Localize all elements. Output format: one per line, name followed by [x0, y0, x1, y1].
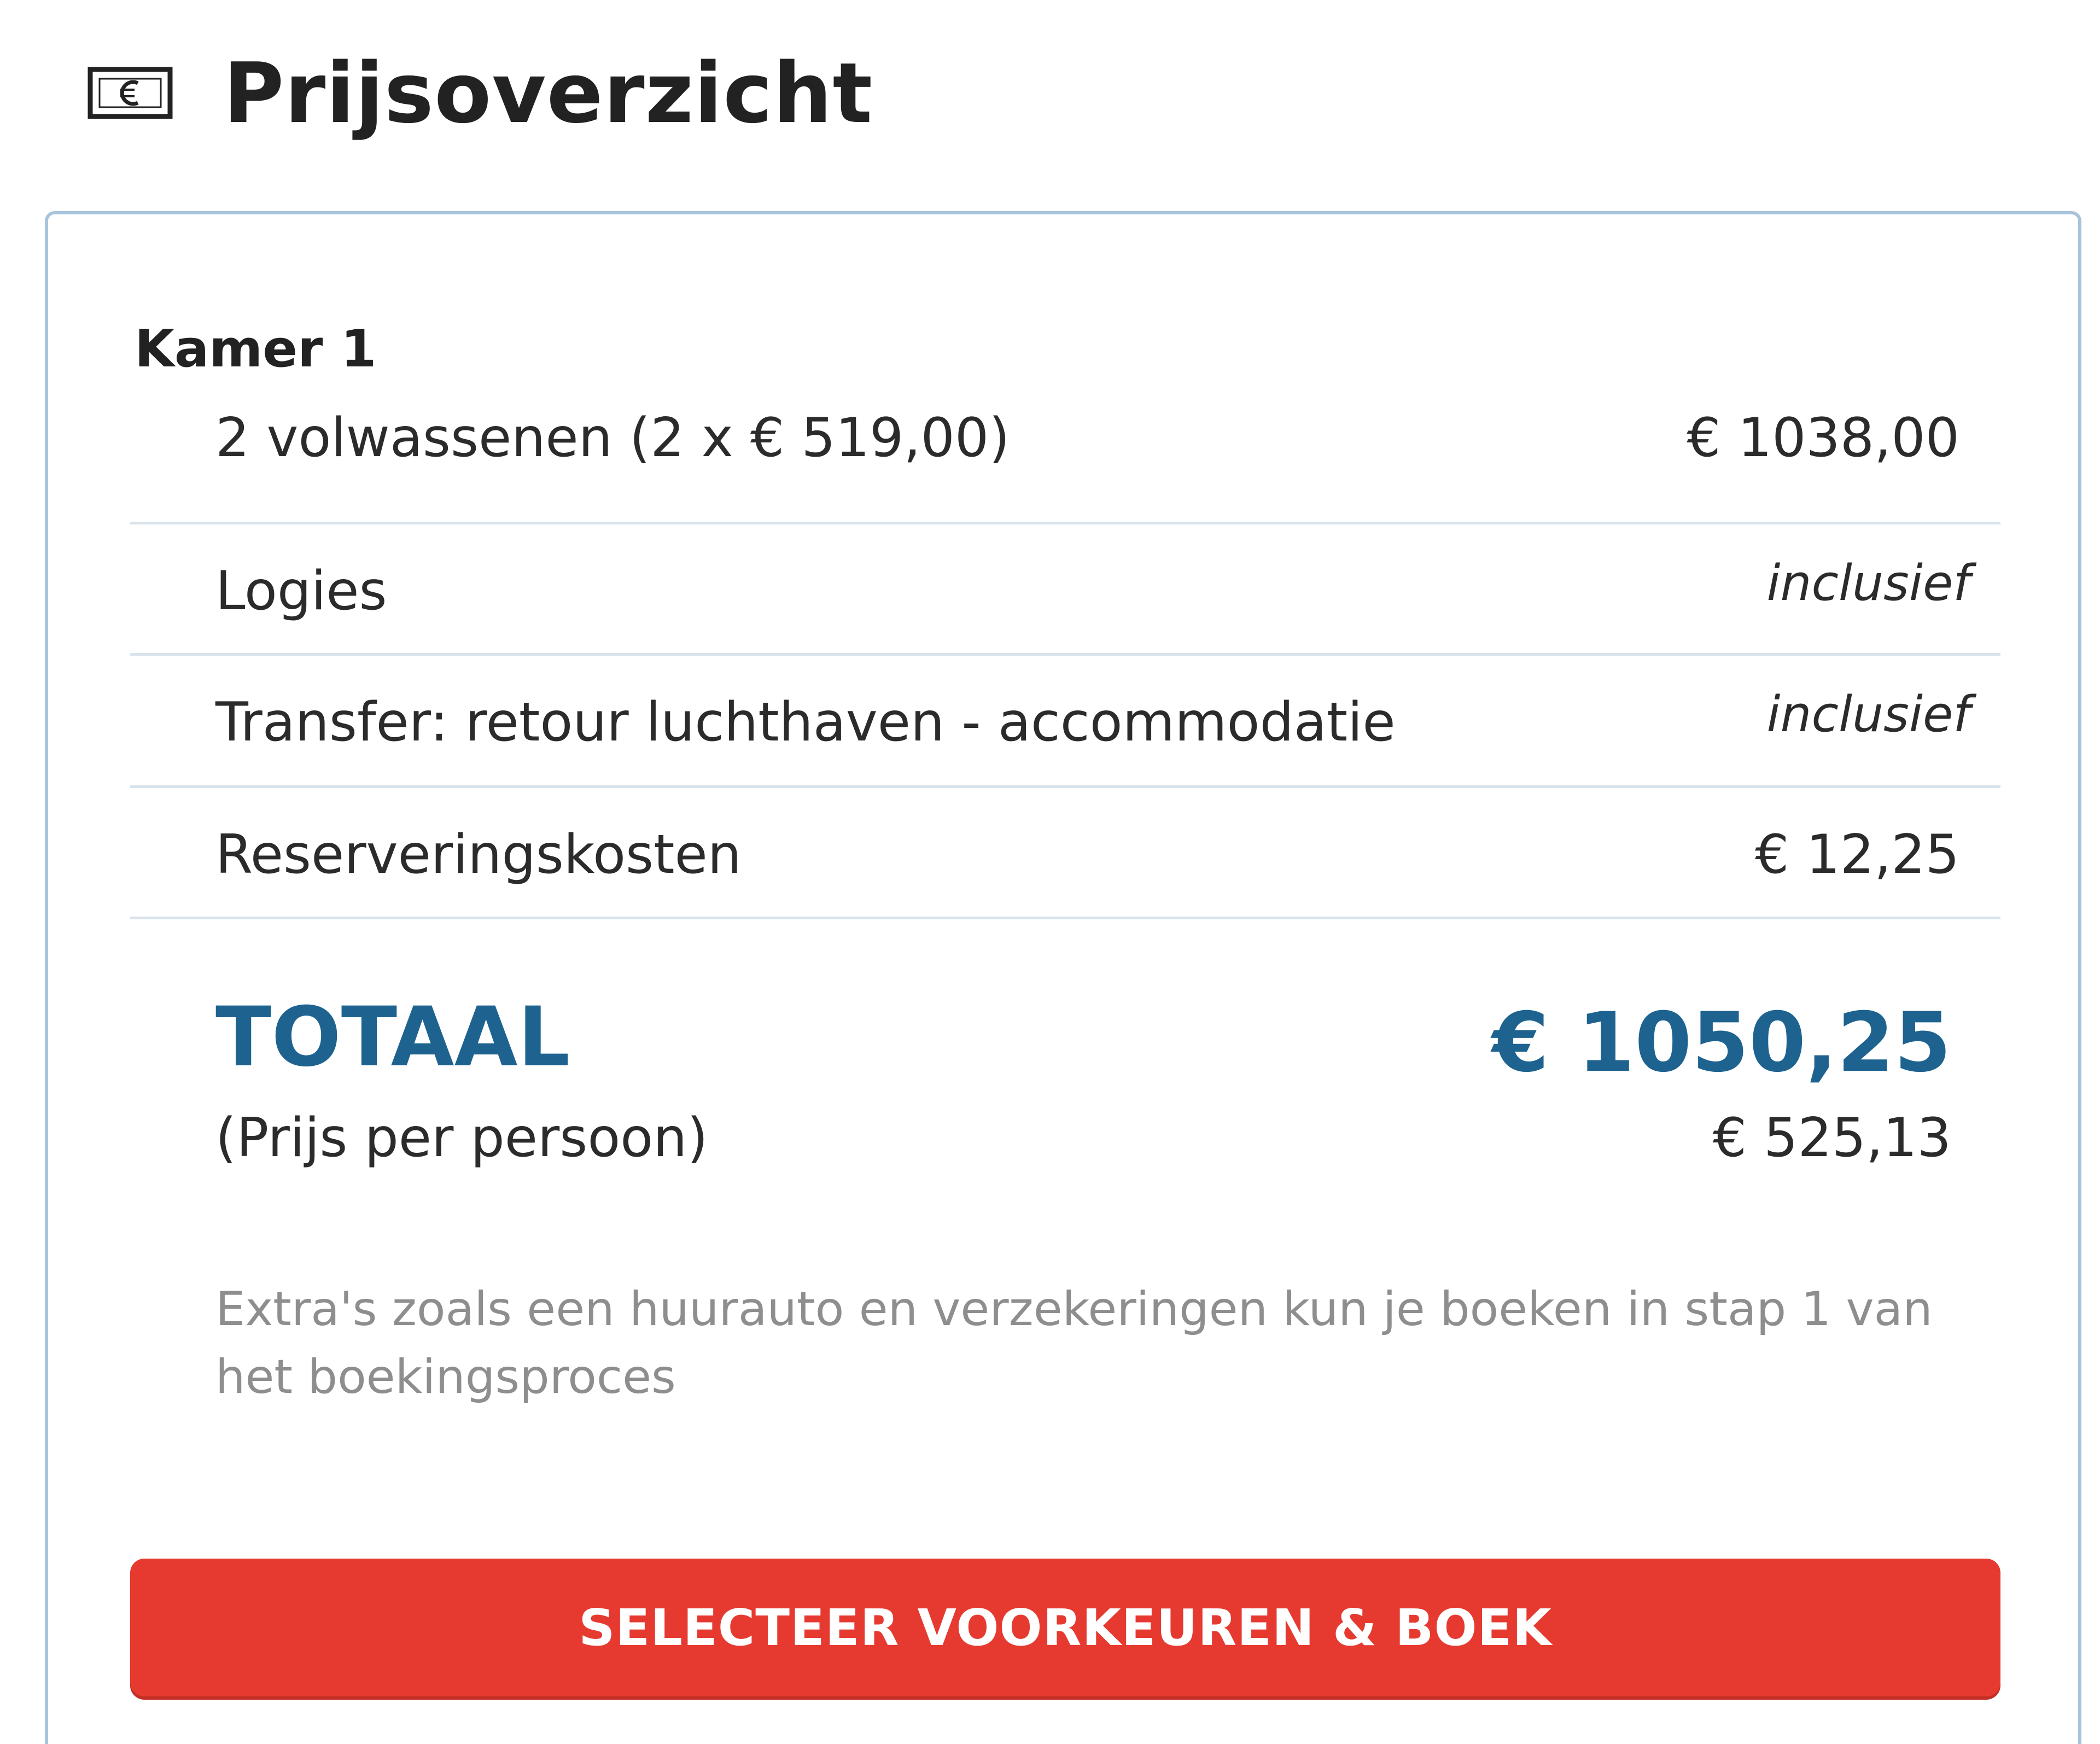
money-bill-icon	[88, 67, 173, 119]
total-label: TOTAAL	[215, 990, 570, 1085]
price-line-booking-fee: Reserveringskosten € 12,25	[130, 828, 2000, 959]
page-title: Prijsoverzicht	[223, 44, 873, 142]
price-overview-page: Prijsoverzicht Kamer 1 2 volwassenen (2 …	[0, 0, 2100, 1744]
price-line-label: Reserveringskosten	[215, 824, 742, 886]
price-summary-card: Kamer 1 2 volwassenen (2 x € 519,00) € 1…	[45, 211, 2081, 1744]
extras-note: Extra's zoals een huurauto en verzekerin…	[215, 1282, 1933, 1404]
price-line-label: Transfer: retour luchthaven - accommodat…	[215, 691, 1396, 754]
divider	[130, 917, 2000, 919]
price-line-value: € 1038,00	[1687, 407, 1959, 469]
room-label: Kamer 1	[135, 319, 377, 379]
divider	[130, 522, 2000, 524]
per-person-label: (Prijs per persoon)	[215, 1107, 708, 1169]
price-line-value: inclusief	[1766, 555, 1970, 612]
header: Prijsoverzicht	[88, 38, 873, 148]
divider	[130, 653, 2000, 656]
price-line-label: 2 volwassenen (2 x € 519,00)	[215, 407, 1010, 469]
price-line-transfer: Transfer: retour luchthaven - accommodat…	[130, 690, 2000, 827]
price-line-lodging: Logies inclusief	[130, 559, 2000, 696]
price-line-value: inclusief	[1766, 686, 1970, 743]
per-person-value: € 525,13	[1712, 1107, 1951, 1169]
total-value: € 1050,25	[1492, 995, 1951, 1090]
price-line-label: Logies	[215, 560, 387, 622]
price-line-value: € 12,25	[1754, 824, 1959, 886]
select-preferences-and-book-button[interactable]: SELECTEER VOORKEUREN & BOEK	[130, 1559, 2000, 1696]
divider	[130, 785, 2000, 788]
